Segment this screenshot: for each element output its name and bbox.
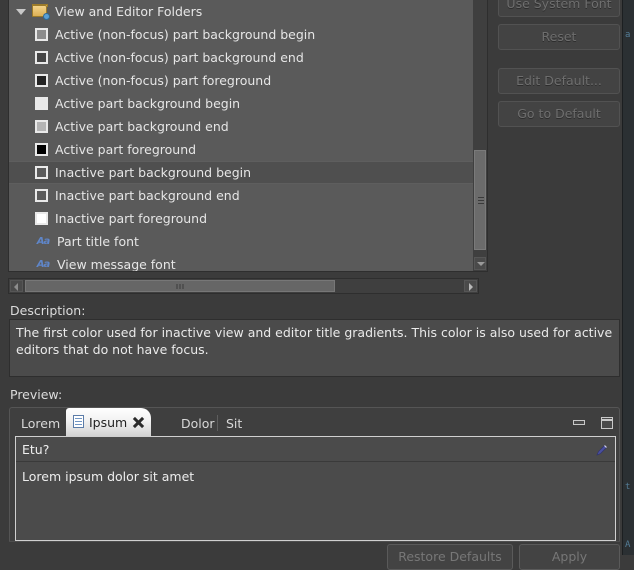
scroll-left-arrow-icon[interactable]: [10, 280, 23, 292]
tab-sit[interactable]: Sit: [219, 411, 249, 436]
font-icon: Aa: [36, 235, 51, 247]
scrollbar-thumb[interactable]: [474, 150, 486, 250]
use-system-font-button[interactable]: Use System Font: [498, 0, 620, 17]
tree-row-label: Inactive part background end: [55, 188, 240, 203]
color-swatch[interactable]: [35, 143, 48, 156]
tree-horizontal-scrollbar[interactable]: [8, 278, 479, 294]
button-label: Edit Default...: [516, 73, 602, 88]
button-label: Apply: [551, 549, 588, 564]
folder-icon: [32, 4, 50, 20]
tab-separator: [217, 415, 218, 431]
color-swatch[interactable]: [35, 97, 48, 110]
tree-row-active-part-background-begin[interactable]: Active part background begin: [9, 92, 478, 115]
edit-pencil-icon[interactable]: [596, 444, 608, 456]
background-text-fragment: a: [625, 30, 631, 40]
tab-label: Lorem: [21, 416, 61, 431]
tree-row-label: Active part background begin: [55, 96, 241, 111]
tab-label: Dolor: [181, 416, 215, 431]
button-label: Go to Default: [517, 106, 601, 121]
bottom-separator: [9, 541, 620, 542]
tree-row-active-nonfocus-part-foreground[interactable]: Active (non-focus) part foreground: [9, 69, 478, 92]
document-icon: [73, 415, 85, 429]
preview-panel: Lorem Ipsum Dolor Sit Etu? Lorem ipsum d…: [9, 407, 620, 542]
preview-tab-bar: Lorem Ipsum Dolor Sit: [10, 408, 619, 436]
tab-dolor[interactable]: Dolor: [174, 411, 222, 436]
tree-row-group-view-and-editor-folders[interactable]: View and Editor Folders: [9, 0, 478, 23]
minimize-icon: [573, 420, 585, 425]
tree-row-label: Inactive part background begin: [55, 165, 252, 180]
button-label: Use System Font: [506, 0, 612, 11]
color-swatch[interactable]: [35, 189, 48, 202]
close-icon[interactable]: [133, 417, 144, 428]
tab-ipsum[interactable]: Ipsum: [66, 408, 152, 436]
restore-defaults-button[interactable]: Restore Defaults: [387, 544, 513, 570]
tree-row-part-title-font[interactable]: Aa Part title font: [9, 230, 478, 253]
preview-header-text: Etu?: [22, 441, 50, 457]
color-swatch[interactable]: [35, 51, 48, 64]
preview-header-row: Etu?: [16, 437, 615, 462]
tree-row-inactive-part-background-end[interactable]: Inactive part background end: [9, 184, 478, 207]
apply-button[interactable]: Apply: [519, 544, 620, 570]
tree-row-inactive-part-foreground[interactable]: Inactive part foreground: [9, 207, 478, 230]
scroll-down-arrow-icon[interactable]: [474, 257, 486, 270]
tree-row-label: Inactive part foreground: [55, 211, 208, 226]
scrollbar-grip: [478, 197, 484, 204]
chevron-down-icon[interactable]: [15, 5, 29, 19]
scroll-right-arrow-icon[interactable]: [464, 280, 477, 292]
preferences-colors-and-fonts-page: View and Editor Folders Active (non-focu…: [0, 0, 622, 570]
scrollbar-thumb[interactable]: [25, 280, 335, 292]
tree-row-view-message-font[interactable]: Aa View message font: [9, 253, 478, 272]
colors-and-fonts-tree[interactable]: View and Editor Folders Active (non-focu…: [8, 0, 488, 276]
tree-row-active-part-background-end[interactable]: Active part background end: [9, 115, 478, 138]
color-swatch[interactable]: [35, 212, 48, 225]
edit-default-button[interactable]: Edit Default...: [498, 68, 620, 94]
background-text-fragment: A: [625, 540, 631, 550]
color-swatch[interactable]: [35, 166, 48, 179]
tree-row-label: Part title font: [57, 234, 139, 249]
tree-row-label: Active (non-focus) part foreground: [55, 73, 272, 88]
description-label: Description:: [10, 303, 86, 318]
tree-row-active-nonfocus-part-background-end[interactable]: Active (non-focus) part background end: [9, 46, 478, 69]
color-swatch[interactable]: [35, 74, 48, 87]
tree-viewport[interactable]: View and Editor Folders Active (non-focu…: [8, 0, 479, 272]
button-label: Restore Defaults: [398, 549, 502, 564]
preview-body-text: Lorem ipsum dolor sit amet: [22, 469, 195, 484]
tree-vertical-scrollbar[interactable]: [473, 0, 488, 272]
background-text-fragment: t: [625, 482, 631, 492]
button-label: Reset: [541, 29, 577, 44]
go-to-default-button[interactable]: Go to Default: [498, 101, 620, 127]
tree-row-label: Active (non-focus) part background end: [55, 50, 304, 65]
reset-button[interactable]: Reset: [498, 24, 620, 50]
preview-label: Preview:: [10, 387, 63, 402]
tab-label: Sit: [226, 416, 243, 431]
font-icon: Aa: [36, 258, 51, 270]
background-window-sliver: a t A: [622, 0, 634, 555]
minimize-button[interactable]: [572, 417, 586, 429]
tab-label: Ipsum: [89, 414, 128, 430]
tree-row-active-nonfocus-part-background-begin[interactable]: Active (non-focus) part background begin: [9, 23, 478, 46]
tree-row-inactive-part-background-begin[interactable]: Inactive part background begin: [9, 161, 478, 184]
tree-row-label: Active (non-focus) part background begin: [55, 27, 316, 42]
tree-row-label: Active part background end: [55, 119, 229, 134]
maximize-button[interactable]: [600, 417, 614, 429]
color-swatch[interactable]: [35, 28, 48, 41]
maximize-icon: [601, 417, 613, 429]
scrollbar-grip: [176, 284, 184, 289]
tree-row-label: View and Editor Folders: [55, 4, 203, 19]
preview-content-area: Etu? Lorem ipsum dolor sit amet: [15, 436, 616, 541]
tree-row-active-part-foreground[interactable]: Active part foreground: [9, 138, 478, 161]
color-swatch[interactable]: [35, 120, 48, 133]
tree-row-label: Active part foreground: [55, 142, 197, 157]
description-text: The first color used for inactive view a…: [9, 319, 620, 377]
tree-row-label: View message font: [57, 257, 176, 272]
tab-lorem[interactable]: Lorem: [14, 411, 67, 436]
